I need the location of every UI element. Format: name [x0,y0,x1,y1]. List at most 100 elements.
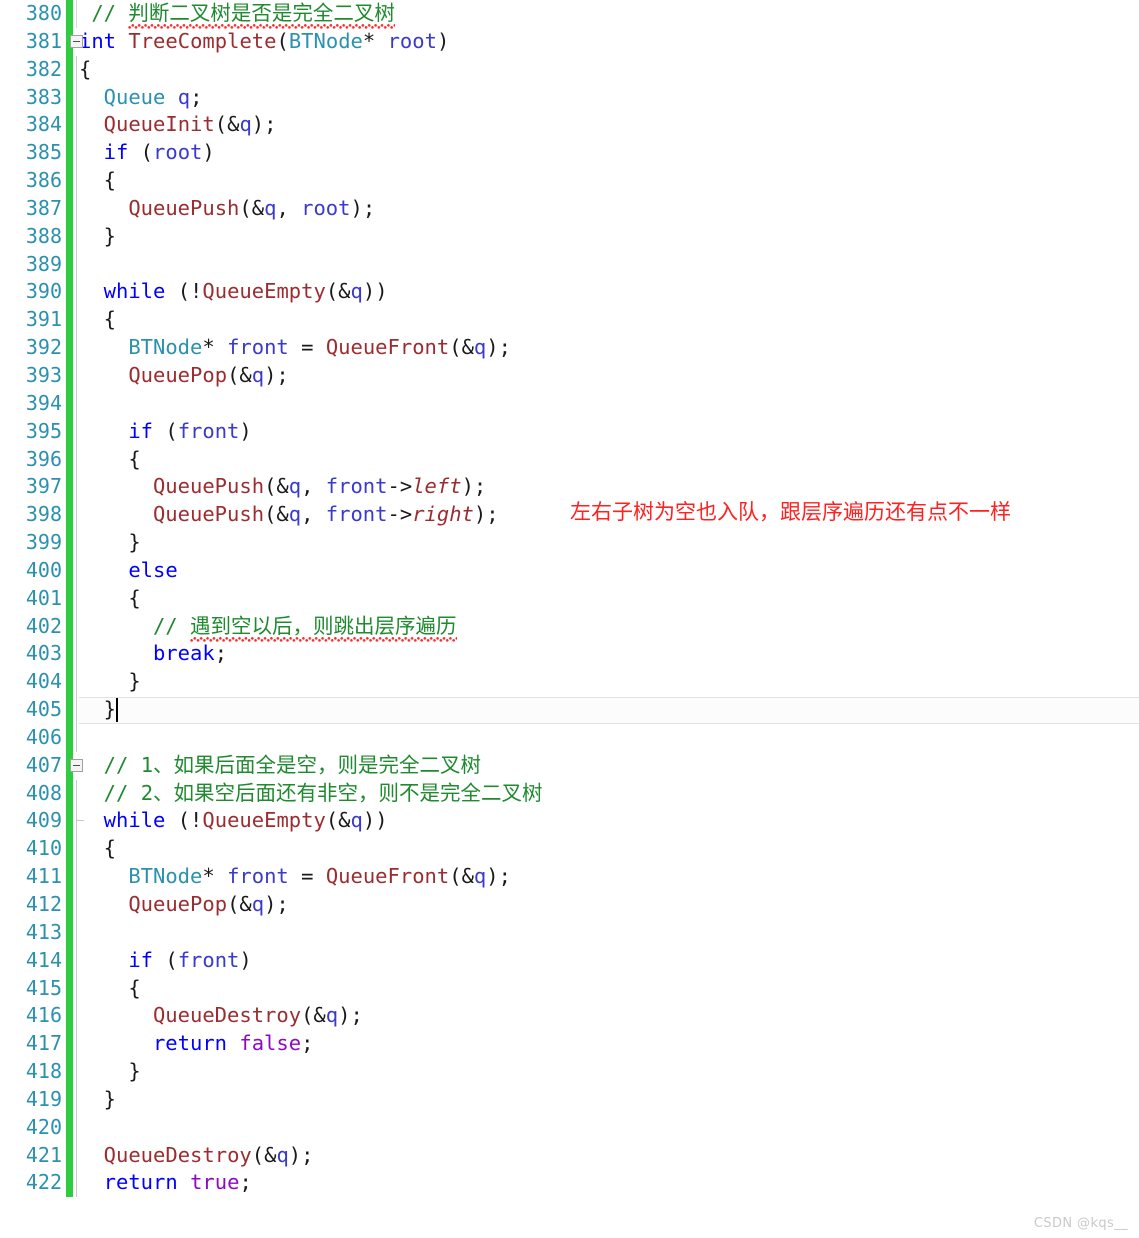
code-text[interactable]: // 1、如果后面全是空，则是完全二叉树 [104,752,481,780]
code-line[interactable]: 409 while (!QueueEmpty(&q)) [0,807,1139,836]
code-line[interactable]: 404} [0,668,1139,697]
code-text[interactable]: } [128,1058,140,1086]
code-line[interactable]: 381 int TreeComplete(BTNode* root) [0,27,1139,56]
code-text[interactable]: return false; [153,1030,313,1058]
code-line[interactable]: 396 { [0,445,1139,474]
fold-collapse-button[interactable] [70,758,83,772]
code-text[interactable]: // 判断二叉树是否是完全二叉树 [91,0,395,28]
fold-guide-line [76,640,77,669]
code-text[interactable]: while (!QueueEmpty(&q)) [104,807,388,835]
code-text[interactable]: { [128,975,140,1003]
code-text[interactable]: QueueDestroy(&q); [104,1142,314,1170]
code-line[interactable]: 415 { [0,974,1139,1003]
code-token: )) [362,808,388,833]
code-line[interactable]: 395 if (front) [0,417,1139,446]
code-text[interactable]: while (!QueueEmpty(&q)) [104,278,388,306]
code-line[interactable]: 412 QueuePop(&q); [0,891,1139,919]
code-line[interactable]: 389 [0,250,1139,279]
code-line[interactable]: 422 return true; [0,1169,1139,1198]
code-text[interactable]: } [104,223,116,251]
code-text[interactable]: QueuePop(&q); [128,891,288,919]
code-token: root [153,140,203,165]
code-line[interactable]: 392 BTNode* front = QueueFront(&q); [0,334,1139,362]
code-text[interactable]: QueueDestroy(&q); [153,1002,363,1030]
line-number: 390 [25,279,62,304]
fold-guide-line [76,668,77,697]
code-line[interactable]: 397 QueuePush(&q, front->left); [0,473,1139,502]
code-line[interactable]: 399} [0,529,1139,557]
code-text[interactable]: else [128,557,177,585]
code-text[interactable]: if (front) [128,418,251,446]
code-editor[interactable]: 380// 判断二叉树是否是完全二叉树 381 int TreeComplete(B… [0,0,1139,1238]
code-token: QueuePop [128,892,228,916]
code-line[interactable]: 417 return false; [0,1030,1139,1059]
fold-guide-line [76,278,77,307]
code-text[interactable]: // 遇到空以后，则跳出层序遍历 [153,613,457,641]
code-text[interactable]: } [128,529,140,557]
code-line[interactable]: 421 QueueDestroy(&q); [0,1141,1139,1170]
code-line[interactable]: 384 QueueInit(&q); [0,111,1139,140]
code-line[interactable]: 391 { [0,306,1139,335]
code-text[interactable]: { [79,56,91,84]
code-line[interactable]: 406 [0,723,1139,752]
code-text[interactable]: BTNode* front = QueueFront(&q); [128,863,511,891]
code-line[interactable]: 411 BTNode* front = QueueFront(&q); [0,863,1139,891]
code-token: QueueFront [325,864,450,889]
code-line[interactable]: 380 // 判断二叉树是否是完全二叉树 [0,0,1139,28]
code-text[interactable]: QueueInit(&q); [104,111,277,139]
code-text[interactable]: QueuePush(&q, front->left); [153,473,486,501]
code-line[interactable]: 393 QueuePop(&q); [0,361,1139,390]
code-line[interactable]: 388} [0,222,1139,251]
code-text[interactable]: QueuePop(&q); [128,362,288,390]
code-line[interactable]: 400 else [0,556,1139,585]
code-line[interactable]: 383 Queue q; [0,83,1139,112]
code-line[interactable]: 405} [0,696,1139,725]
code-line[interactable]: 386 { [0,167,1139,195]
fold-guide-line [76,556,77,585]
code-line[interactable]: 419} [0,1085,1139,1114]
code-line[interactable]: 416 QueueDestroy(&q); [0,1002,1139,1031]
code-line[interactable]: 390 while (!QueueEmpty(&q)) [0,278,1139,307]
code-line[interactable]: 403 break; [0,640,1139,669]
code-text[interactable]: { [104,306,116,334]
code-line[interactable]: 385 if (root) [0,139,1139,168]
code-text[interactable]: } [104,696,116,724]
change-indicator-bar [66,974,73,1003]
code-line[interactable]: 382 { [0,55,1139,84]
code-line[interactable]: 414 if (front) [0,946,1139,975]
code-text[interactable]: int TreeComplete(BTNode* root) [79,28,449,56]
fold-guide-line [76,946,77,975]
code-line[interactable]: 418} [0,1058,1139,1086]
code-text[interactable]: break; [153,640,227,668]
code-token: right [412,502,474,527]
code-token: { [128,446,141,471]
code-text[interactable]: { [128,446,140,474]
code-line[interactable]: 420 [0,1113,1139,1142]
code-text[interactable]: if (front) [128,947,251,975]
code-line[interactable]: 394 [0,389,1139,418]
code-line[interactable]: 407 // 1、如果后面全是空，则是完全二叉树 [0,751,1139,780]
code-lines-container[interactable]: 380// 判断二叉树是否是完全二叉树 381 int TreeComplete(B… [0,0,1139,1198]
fold-collapse-button[interactable] [70,34,83,48]
code-text[interactable]: Queue q; [104,84,203,112]
code-text[interactable]: { [104,835,116,863]
code-line[interactable]: 402 // 遇到空以后，则跳出层序遍历 [0,612,1139,641]
code-text[interactable]: return true; [104,1169,252,1197]
code-line[interactable]: 408 // 2、如果空后面还有非空，则不是完全二叉树 [0,779,1139,808]
code-text[interactable]: } [104,1086,116,1114]
code-token: q [276,1142,289,1167]
code-text[interactable]: } [128,668,140,696]
code-line[interactable]: 410 { [0,835,1139,864]
code-text[interactable]: // 2、如果空后面还有非空，则不是完全二叉树 [104,780,543,808]
code-text[interactable]: if (root) [104,139,215,167]
code-text[interactable]: BTNode* front = QueueFront(&q); [128,334,511,362]
code-text[interactable]: { [104,167,116,195]
code-line[interactable]: 387 QueuePush(&q, root); [0,194,1139,223]
code-text[interactable]: { [128,585,140,613]
code-line[interactable]: 413 [0,918,1139,947]
code-line[interactable]: 401 { [0,584,1139,613]
code-text[interactable]: QueuePush(&q, root); [128,195,375,223]
line-number: 395 [25,418,62,443]
code-text[interactable]: QueuePush(&q, front->right); [153,501,499,529]
code-token: (& [449,864,474,889]
